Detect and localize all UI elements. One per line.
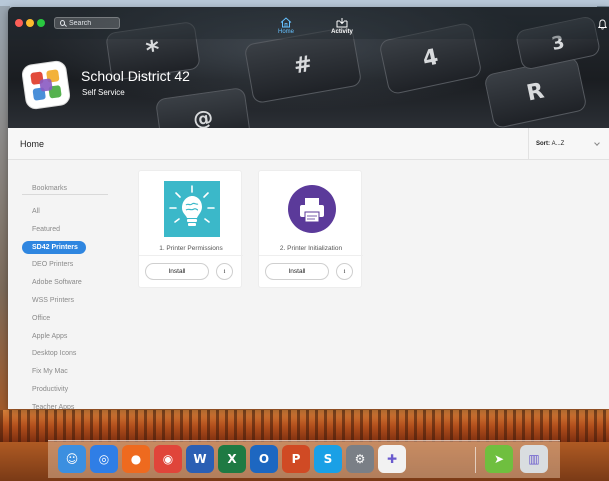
powerpoint-icon[interactable]: P xyxy=(282,445,310,473)
sidebar-item-teacher-apps[interactable]: Teacher Apps xyxy=(22,401,86,409)
self-service-window: * # 4 R @ 3 Home xyxy=(8,7,609,409)
zoom-window-button[interactable] xyxy=(37,19,45,27)
install-button[interactable]: Install xyxy=(265,263,329,280)
brand-subtitle: Self Service xyxy=(82,88,125,97)
info-button[interactable]: i xyxy=(216,263,233,280)
printer-icon xyxy=(288,185,336,233)
sidebar-item-productivity[interactable]: Productivity xyxy=(22,383,86,396)
window-toolbar: Home Activity xyxy=(8,7,609,39)
safari-icon[interactable]: ◎ xyxy=(90,445,118,473)
item-name: 2. Printer Initialization xyxy=(279,245,343,252)
tab-activity-label: Activity xyxy=(331,29,353,35)
sidebar-item-office[interactable]: Office xyxy=(22,312,86,325)
card-divider xyxy=(259,255,363,256)
sidebar: Bookmarks All Featured SD42 Printers DEO… xyxy=(8,160,128,409)
tab-home-label: Home xyxy=(277,29,294,35)
home-icon xyxy=(280,17,292,28)
outlook-icon[interactable]: O xyxy=(250,445,278,473)
tab-activity[interactable]: Activity xyxy=(328,17,356,35)
finder-icon[interactable]: ☺ xyxy=(58,445,86,473)
banner-key: @ xyxy=(154,86,252,128)
lightbulb-brain-icon xyxy=(164,181,220,237)
system-preferences-icon[interactable]: ⚙ xyxy=(346,445,374,473)
chevron-down-icon xyxy=(594,140,600,146)
sort-dropdown[interactable]: Sort: A...Z xyxy=(528,128,609,160)
close-window-button[interactable] xyxy=(15,19,23,27)
page-header: Home Sort: A...Z xyxy=(8,128,609,160)
item-card[interactable]: 1. Printer Permissions Install i xyxy=(138,170,243,288)
trash-icon[interactable]: ▥ xyxy=(520,445,548,473)
item-card[interactable]: 2. Printer Initialization Install i xyxy=(258,170,363,288)
sidebar-item-deo-printers[interactable]: DEO Printers xyxy=(22,258,86,271)
skype-icon[interactable]: S xyxy=(314,445,342,473)
dock: ☺ ◎ ● ◉ W X O P S ⚙ ✚ ➤ ▥ xyxy=(48,440,560,478)
activity-icon xyxy=(336,18,348,28)
sidebar-item-featured[interactable]: Featured xyxy=(22,223,86,236)
brand-title: School District 42 xyxy=(81,68,190,84)
search-field[interactable] xyxy=(54,17,120,29)
item-name: 1. Printer Permissions xyxy=(159,245,223,252)
sidebar-item-sd42-printers[interactable]: SD42 Printers xyxy=(22,241,86,254)
sort-value: A...Z xyxy=(551,141,565,147)
firefox-icon[interactable]: ● xyxy=(122,445,150,473)
excel-icon[interactable]: X xyxy=(218,445,246,473)
minimize-window-button[interactable] xyxy=(26,19,34,27)
header-banner: * # 4 R @ 3 Home xyxy=(8,7,609,128)
chrome-icon[interactable]: ◉ xyxy=(154,445,182,473)
info-button[interactable]: i xyxy=(336,263,353,280)
maps-app-icon[interactable]: ➤ xyxy=(485,445,513,473)
sidebar-item-adobe-software[interactable]: Adobe Software xyxy=(22,276,86,289)
search-input[interactable] xyxy=(69,19,119,27)
desktop-trees xyxy=(0,410,609,442)
sidebar-item-wss-printers[interactable]: WSS Printers xyxy=(22,294,86,307)
school-district-logo xyxy=(21,60,71,110)
sidebar-item-all[interactable]: All xyxy=(22,205,86,218)
sort-label: Sort: xyxy=(536,141,550,147)
tab-home[interactable]: Home xyxy=(274,17,298,35)
notifications-bell-icon[interactable] xyxy=(597,17,608,35)
sidebar-item-bookmarks[interactable]: Bookmarks xyxy=(22,182,108,195)
sidebar-item-desktop-icons[interactable]: Desktop Icons xyxy=(22,347,86,360)
sidebar-item-apple-apps[interactable]: Apple Apps xyxy=(22,330,86,343)
install-button[interactable]: Install xyxy=(145,263,209,280)
dock-separator xyxy=(475,447,476,473)
item-grid: 1. Printer Permissions Install i 2. Prin… xyxy=(128,160,609,409)
page-title: Home xyxy=(20,139,45,149)
word-icon[interactable]: W xyxy=(186,445,214,473)
sidebar-item-fix-my-mac[interactable]: Fix My Mac xyxy=(22,365,86,378)
search-icon xyxy=(60,20,65,26)
self-service-icon[interactable]: ✚ xyxy=(378,445,406,473)
bell-icon xyxy=(597,19,608,30)
card-divider xyxy=(139,255,243,256)
